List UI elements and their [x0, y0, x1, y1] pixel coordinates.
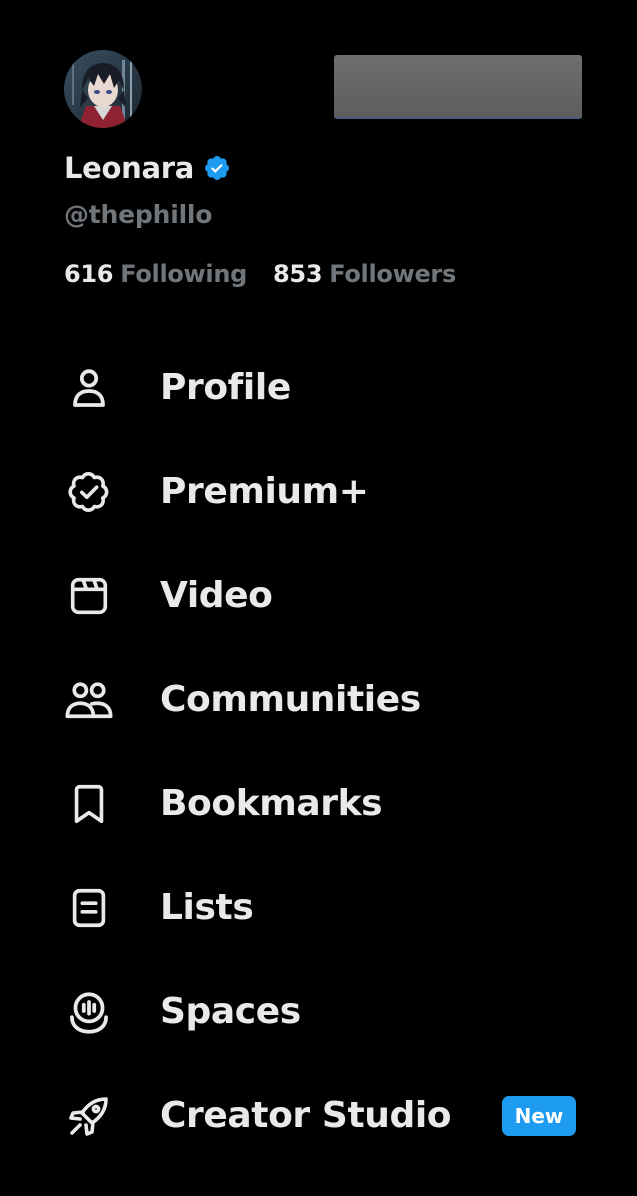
menu-label-communities: Communities	[160, 679, 421, 720]
communities-icon	[63, 674, 115, 726]
avatar[interactable]	[64, 50, 142, 128]
menu-item-creator-studio[interactable]: Creator Studio New	[0, 1064, 637, 1168]
handle: @thephillo	[64, 200, 213, 229]
followers-label: Followers	[329, 260, 456, 288]
profile-name-row[interactable]: Leonara	[64, 148, 231, 188]
menu-label-lists: Lists	[160, 887, 254, 928]
verified-badge-icon	[63, 466, 115, 518]
menu-item-bookmarks[interactable]: Bookmarks	[0, 752, 637, 856]
list-icon	[63, 882, 115, 934]
followers-link[interactable]: 853 Followers	[273, 260, 456, 288]
follow-stats: 616 Following 853 Followers	[64, 260, 456, 288]
redacted-block	[334, 55, 582, 119]
rocket-icon	[63, 1090, 115, 1142]
menu-label-spaces: Spaces	[160, 991, 301, 1032]
spaces-icon	[63, 986, 115, 1038]
menu-label-profile: Profile	[160, 367, 291, 408]
menu-item-spaces[interactable]: Spaces	[0, 960, 637, 1064]
menu-item-lists[interactable]: Lists	[0, 856, 637, 960]
menu-item-video[interactable]: Video	[0, 544, 637, 648]
new-badge: New	[502, 1096, 576, 1136]
video-icon	[63, 570, 115, 622]
menu-label-bookmarks: Bookmarks	[160, 783, 383, 824]
menu-item-communities[interactable]: Communities	[0, 648, 637, 752]
followers-count: 853	[273, 260, 323, 288]
menu-item-premium[interactable]: Premium+	[0, 440, 637, 544]
display-name: Leonara	[64, 151, 195, 185]
verified-badge-icon	[205, 156, 230, 180]
navigation-menu: Profile Premium+ Video Communities Bookm…	[0, 336, 637, 1168]
following-link[interactable]: 616 Following	[64, 260, 247, 288]
avatar-image	[64, 50, 142, 128]
following-count: 616	[64, 260, 114, 288]
person-icon	[63, 362, 115, 414]
menu-label-video: Video	[160, 575, 273, 616]
menu-item-profile[interactable]: Profile	[0, 336, 637, 440]
menu-label-premium: Premium+	[160, 471, 369, 512]
bookmark-icon	[63, 778, 115, 830]
menu-label-creator-studio: Creator Studio	[160, 1095, 452, 1136]
following-label: Following	[120, 260, 248, 288]
